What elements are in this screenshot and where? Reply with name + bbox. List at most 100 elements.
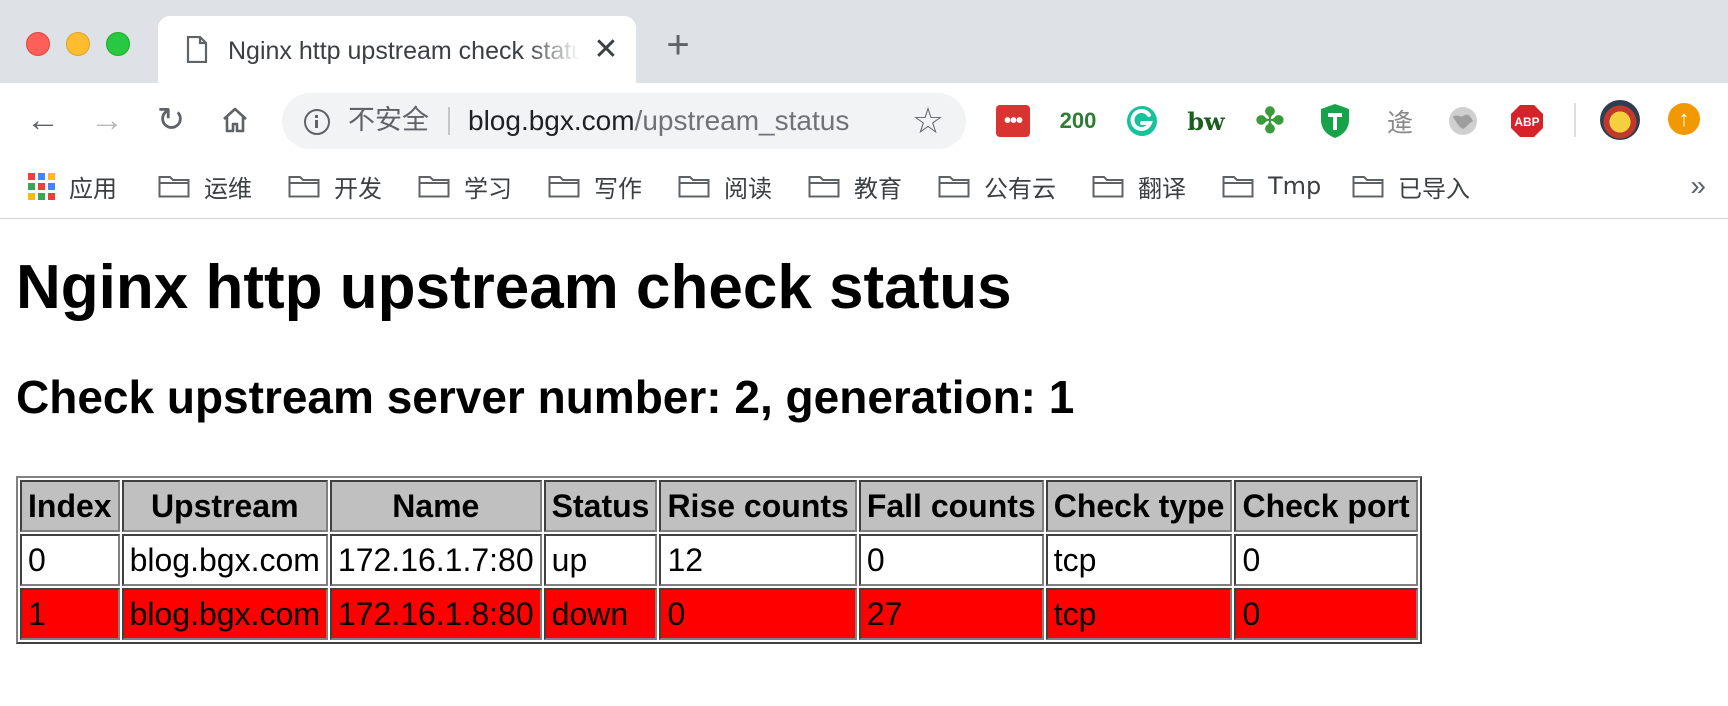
bookmark-folder-8[interactable]: Tmp [1222, 168, 1321, 204]
table-cell: tcp [1045, 588, 1233, 640]
address-bar[interactable]: 不安全 blog.bgx.com/upstream_status ☆ [282, 93, 966, 149]
folder-icon [418, 174, 450, 198]
page-subtitle: Check upstream server number: 2, generat… [16, 371, 1075, 423]
bookmark-label: 开发 [334, 174, 382, 203]
bookmark-folder-9[interactable]: 已导入 [1352, 168, 1470, 204]
table-cell: 0 [659, 588, 857, 640]
tab-title: Nginx http upstream check status [228, 37, 580, 65]
bookmark-label: 应用 [69, 174, 117, 203]
folder-icon [808, 174, 840, 198]
bookmark-apps[interactable]: 应用 [28, 168, 117, 204]
table-cell: 172.16.1.8:80 [329, 588, 542, 640]
column-header: Upstream [121, 480, 328, 532]
bookmark-folder-7[interactable]: 翻译 [1092, 168, 1186, 204]
page-icon [186, 35, 208, 64]
table-cell: 172.16.1.7:80 [329, 534, 542, 586]
bookmark-label: 教育 [854, 174, 902, 203]
window-maximize-button[interactable] [106, 32, 130, 56]
new-tab-button[interactable]: + [660, 25, 696, 65]
bookmark-label: Tmp [1268, 172, 1322, 200]
url-host: blog.bgx.com [468, 105, 635, 136]
globe-extension-icon[interactable] [1446, 103, 1480, 139]
table-cell: down [543, 588, 658, 640]
page-content: Nginx http upstream check status Check u… [0, 220, 1728, 706]
update-icon[interactable]: ↑ [1668, 103, 1700, 135]
g-icon [1127, 106, 1157, 136]
home-icon [223, 107, 247, 133]
bookmark-label: 翻译 [1138, 174, 1186, 203]
table-cell: 0 [20, 534, 120, 586]
folder-icon [678, 174, 710, 198]
counter-extension-icon[interactable]: 200 [1056, 103, 1100, 139]
toolbar: ← → ↻ 不安全 blog.bgx.com/upstream_status ☆… [0, 83, 1728, 156]
table-cell: 0 [858, 534, 1044, 586]
tab-active[interactable]: Nginx http upstream check status ✕ [158, 16, 636, 83]
table-row-down: 1 blog.bgx.com 172.16.1.8:80 down 0 27 t… [20, 588, 1418, 640]
avatar[interactable] [1600, 100, 1640, 140]
bookmark-folder-0[interactable]: 运维 [158, 168, 252, 204]
folder-icon [938, 174, 970, 198]
shield-icon [1321, 104, 1349, 138]
url-path: /upstream_status [634, 105, 850, 136]
table-row: 0 blog.bgx.com 172.16.1.7:80 up 12 0 tcp… [20, 534, 1418, 586]
bookmark-label: 公有云 [984, 174, 1056, 203]
bookmark-folder-1[interactable]: 开发 [288, 168, 382, 204]
table-cell: 0 [1234, 534, 1418, 586]
column-header: Rise counts [659, 480, 857, 532]
folder-icon [158, 174, 190, 198]
bookmark-label: 已导入 [1398, 174, 1470, 203]
apps-icon [28, 172, 55, 200]
bookmark-folder-2[interactable]: 学习 [418, 168, 512, 204]
bookmark-label: 阅读 [724, 174, 772, 203]
column-header: Check port [1234, 480, 1418, 532]
table-cell: blog.bgx.com [121, 534, 328, 586]
back-button[interactable]: ← [24, 101, 62, 139]
calligraphy-extension-icon[interactable]: 逄 [1382, 103, 1418, 139]
table-cell: 0 [1234, 588, 1418, 640]
url-text[interactable]: blog.bgx.com/upstream_status [468, 105, 849, 137]
forward-button[interactable]: → [88, 101, 126, 139]
window-minimize-button[interactable] [66, 32, 90, 56]
table-cell: blog.bgx.com [121, 588, 328, 640]
column-header: Index [20, 480, 120, 532]
bookmark-folder-5[interactable]: 教育 [808, 168, 902, 204]
table-cell: up [543, 534, 658, 586]
window-close-button[interactable] [26, 32, 50, 56]
bookmark-folder-6[interactable]: 公有云 [938, 168, 1056, 204]
security-label[interactable]: 不安全 [348, 106, 429, 136]
grammarly-extension-icon[interactable] [1124, 103, 1160, 139]
bookmark-label: 运维 [204, 174, 252, 203]
bookmark-folder-4[interactable]: 阅读 [678, 168, 772, 204]
pocket-extension-icon[interactable]: ••• [996, 105, 1030, 137]
column-header: Fall counts [858, 480, 1044, 532]
upstream-status-table: Index Upstream Name Status Rise counts F… [16, 476, 1422, 644]
column-header: Check type [1045, 480, 1233, 532]
bookmark-star-icon[interactable]: ☆ [908, 101, 948, 141]
globe-icon [1449, 107, 1477, 135]
abp-label: ABP [1514, 115, 1539, 129]
bw-extension-icon[interactable]: bw [1186, 103, 1226, 139]
column-header: Status [543, 480, 658, 532]
home-button[interactable] [216, 101, 254, 139]
reload-button[interactable]: ↻ [152, 101, 190, 139]
omnibox-divider [448, 107, 450, 135]
bookmark-folder-3[interactable]: 写作 [548, 168, 642, 204]
adblock-extension-icon[interactable]: ABP [1510, 103, 1544, 139]
page-title: Nginx http upstream check status [16, 253, 1012, 322]
folder-icon [288, 174, 320, 198]
tab-strip: Nginx http upstream check status ✕ + [0, 0, 1728, 83]
bookmarks-overflow-button[interactable]: » [1690, 170, 1706, 202]
toolbar-divider [1574, 103, 1576, 137]
table-cell: 12 [659, 534, 857, 586]
bookmark-label: 学习 [464, 174, 512, 203]
table-header-row: Index Upstream Name Status Rise counts F… [20, 480, 1418, 532]
table-cell: tcp [1045, 534, 1233, 586]
clover-extension-icon[interactable]: ✤ [1252, 100, 1288, 141]
table-cell: 27 [858, 588, 1044, 640]
tab-close-icon[interactable]: ✕ [590, 34, 622, 66]
shield-t-extension-icon[interactable] [1318, 103, 1352, 139]
bookmark-label: 写作 [594, 174, 642, 203]
abp-icon: ABP [1511, 105, 1543, 137]
info-icon[interactable] [304, 109, 330, 135]
folder-icon [1092, 174, 1124, 198]
